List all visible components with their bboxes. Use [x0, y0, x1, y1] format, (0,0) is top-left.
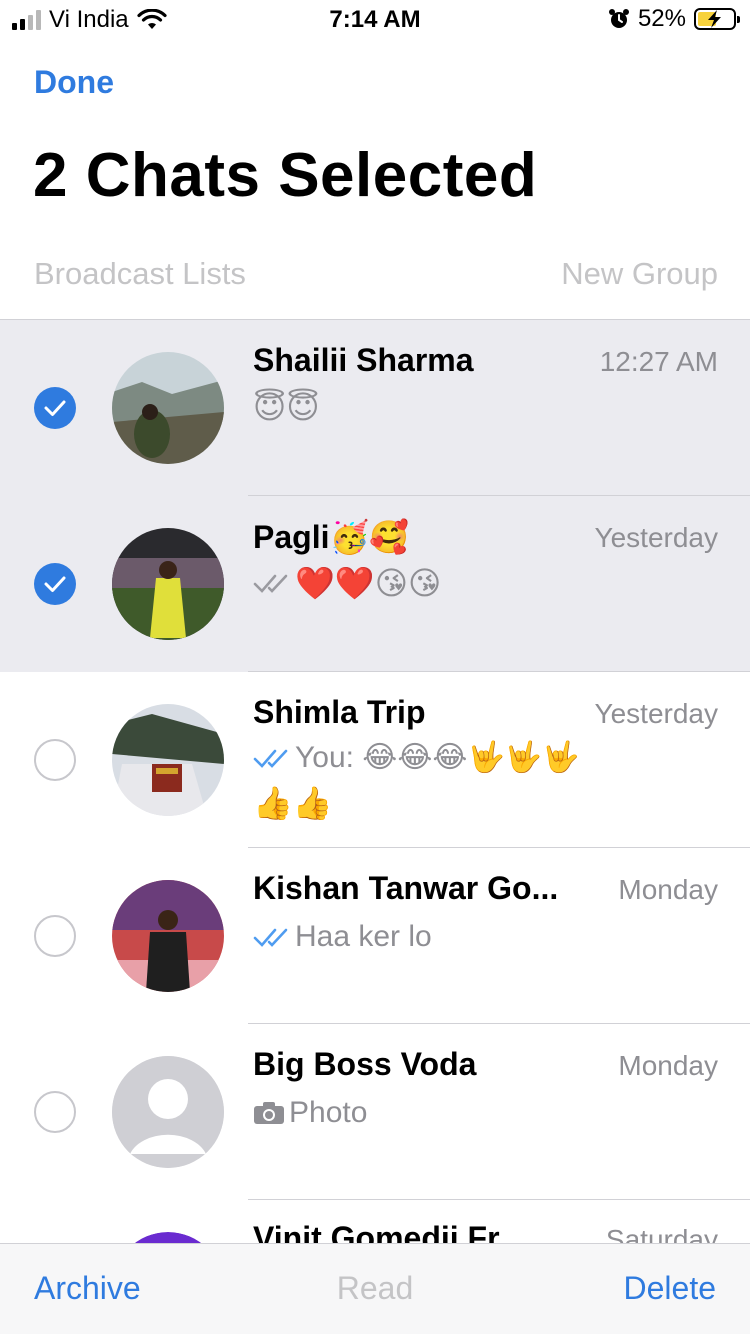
selection-checkbox[interactable] [34, 915, 76, 957]
chat-name: Shailii Sharma [253, 342, 474, 378]
battery-percent: 52% [637, 5, 686, 32]
chat-name: Shimla Trip [253, 694, 426, 730]
chat-row-vinit[interactable]: Vinit Gomedii Fr... Saturday [0, 1200, 750, 1246]
checkmark-icon [44, 576, 66, 592]
selection-checkbox[interactable] [34, 563, 76, 605]
broadcast-lists-link[interactable]: Broadcast Lists [34, 256, 246, 292]
done-button[interactable]: Done [34, 64, 114, 101]
chat-time: Yesterday [594, 698, 719, 729]
chat-row-shimla-trip[interactable]: Shimla Trip Yesterday You: 😂😂😂🤟🤟🤟 👍👍 [0, 672, 750, 848]
avatar[interactable] [112, 528, 224, 640]
default-avatar-icon[interactable] [112, 1056, 224, 1168]
selection-checkbox[interactable] [34, 739, 76, 781]
preview-text: You: 😂😂😂🤟🤟🤟 [295, 741, 580, 774]
double-check-icon [253, 749, 288, 768]
chat-time: 12:27 AM [599, 346, 718, 377]
preview-text: Photo [289, 1096, 368, 1129]
avatar[interactable] [112, 704, 224, 816]
preview-text: 👍👍 [253, 784, 333, 822]
chat-row-kishan-tanwar[interactable]: Kishan Tanwar Go... Monday Haa ker lo [0, 848, 750, 1024]
chat-time: Monday [618, 1050, 718, 1081]
delete-button[interactable]: Delete [624, 1270, 717, 1307]
alarm-icon [608, 9, 629, 28]
chat-preview-line2: 👍👍 [253, 784, 333, 822]
preview-text: ❤️❤️😘😘 [295, 564, 442, 602]
checkmark-icon [44, 400, 66, 416]
bottom-toolbar: Read Archive Delete [0, 1243, 750, 1334]
preview-text: Haa ker lo [295, 920, 432, 953]
chat-preview: ❤️❤️😘😘 [253, 564, 441, 602]
chat-preview: Photo [253, 1096, 367, 1130]
chat-name: Kishan Tanwar Go... [253, 870, 559, 906]
chat-row-big-boss-voda[interactable]: Big Boss Voda Monday Photo [0, 1024, 750, 1200]
chat-time: Yesterday [594, 522, 719, 553]
archive-button[interactable]: Archive [34, 1270, 141, 1307]
camera-icon [254, 1102, 284, 1124]
chat-preview: Haa ker lo [253, 920, 432, 954]
selection-checkbox[interactable] [34, 387, 76, 429]
chat-preview: 😇😇 [253, 388, 320, 426]
preview-text: 😇😇 [253, 388, 320, 426]
chat-row-pagli[interactable]: Pagli🥳🥰 Yesterday ❤️❤️😘😘 [0, 496, 750, 672]
chat-time: Monday [618, 874, 718, 905]
double-check-icon [253, 928, 288, 947]
chat-name: Pagli🥳🥰 [253, 519, 410, 555]
chat-row-shailii-sharma[interactable]: Shailii Sharma 12:27 AM 😇😇 [0, 320, 750, 496]
double-check-icon [253, 574, 288, 593]
new-group-link[interactable]: New Group [561, 256, 718, 292]
battery-icon [694, 8, 740, 30]
avatar[interactable] [112, 352, 224, 464]
avatar[interactable] [112, 880, 224, 992]
chat-preview: You: 😂😂😂🤟🤟🤟 [253, 740, 580, 775]
status-bar: Vi India 7:14 AM 52% [0, 0, 750, 40]
chat-name: Big Boss Voda [253, 1046, 477, 1082]
selection-checkbox[interactable] [34, 1091, 76, 1133]
page-title: 2 Chats Selected [33, 141, 538, 210]
status-right: 52% [608, 5, 740, 33]
